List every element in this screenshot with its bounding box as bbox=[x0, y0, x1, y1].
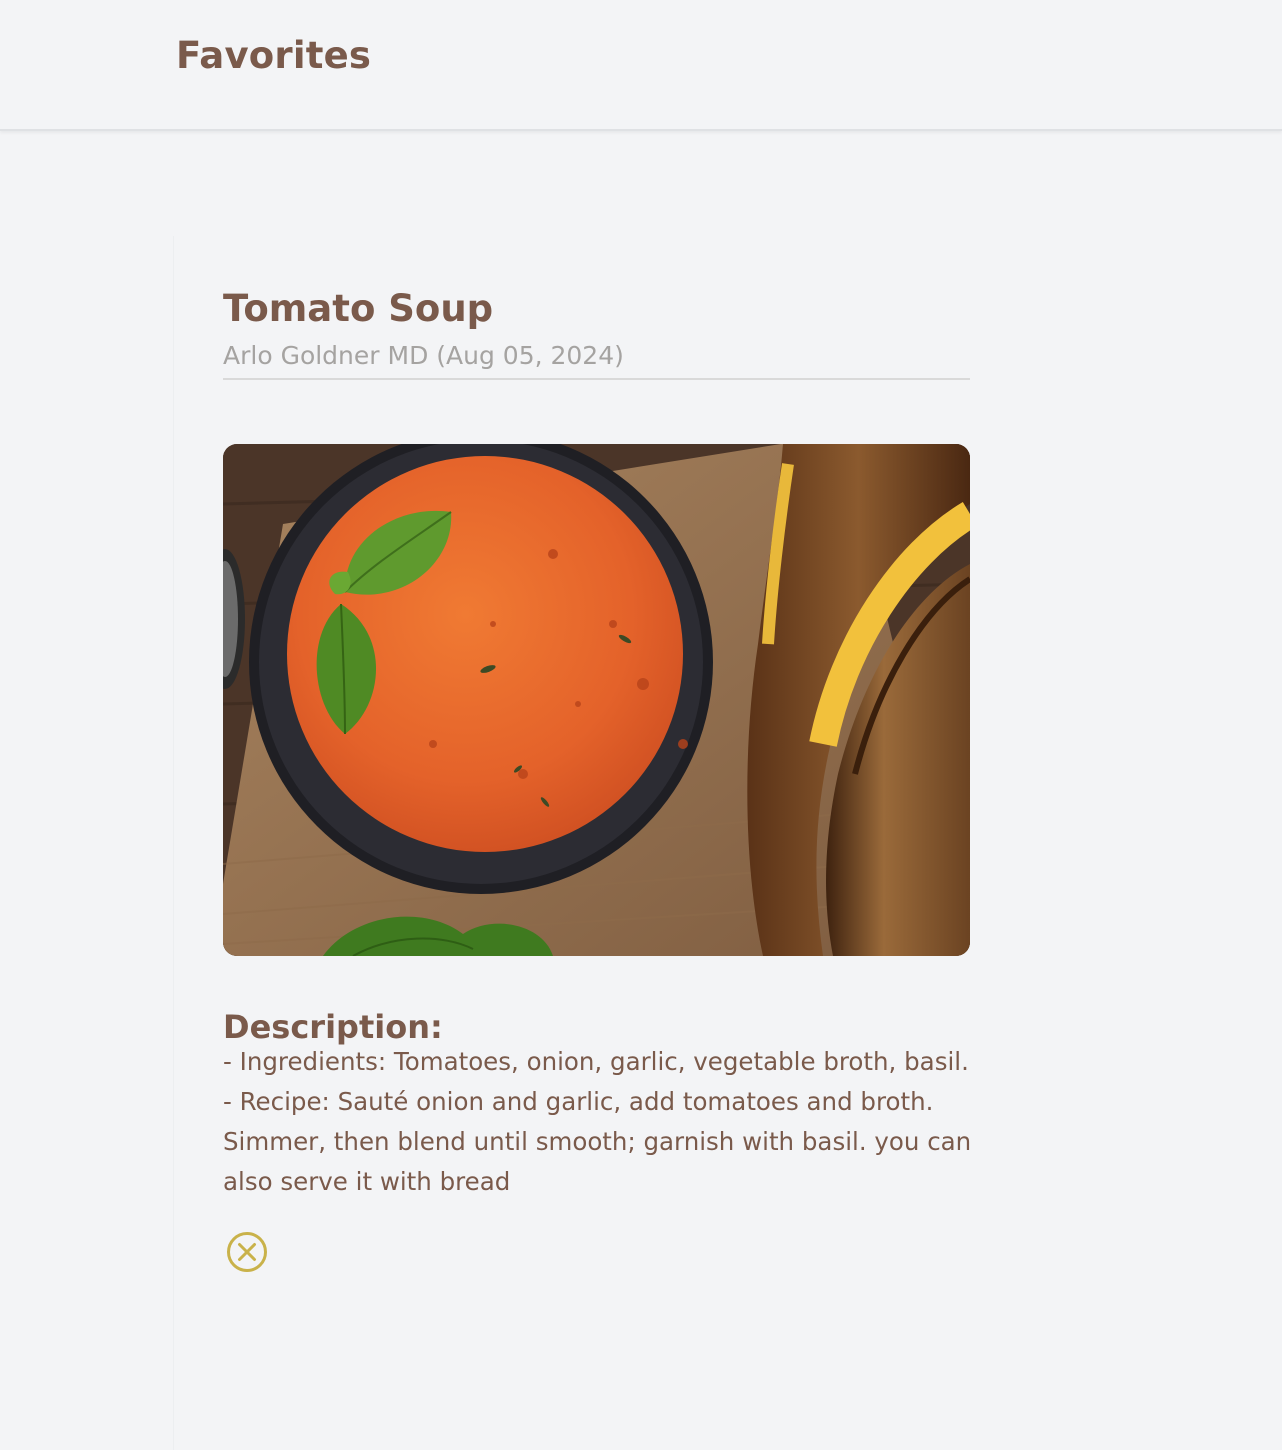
remove-favorite-button[interactable] bbox=[225, 1230, 269, 1274]
content-divider bbox=[173, 236, 174, 1450]
recipe-image bbox=[223, 444, 970, 956]
recipe-card: Tomato Soup Arlo Goldner MD (Aug 05, 202… bbox=[223, 285, 970, 380]
recipe-author-date: Arlo Goldner MD (Aug 05, 2024) bbox=[223, 341, 624, 370]
recipe-title: Tomato Soup bbox=[223, 287, 494, 330]
top-bar: Favorites bbox=[0, 0, 1282, 131]
page-title: Favorites bbox=[176, 34, 372, 77]
circle-x-icon bbox=[227, 1232, 267, 1272]
title-divider bbox=[223, 378, 970, 380]
description-text: - Ingredients: Tomatoes, onion, garlic, … bbox=[223, 1047, 972, 1196]
